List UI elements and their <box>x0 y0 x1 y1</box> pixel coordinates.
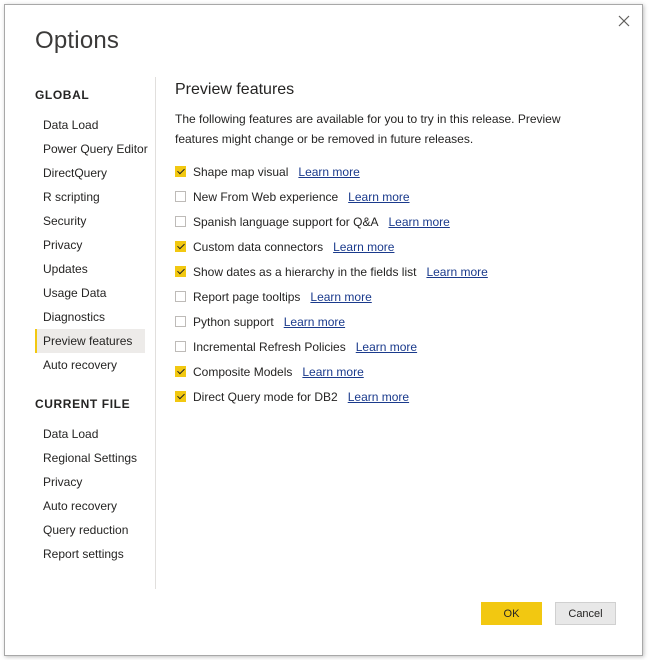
close-icon <box>618 15 630 27</box>
sidebar-item-diagnostics[interactable]: Diagnostics <box>35 305 145 329</box>
sidebar-item-preview-features[interactable]: Preview features <box>35 329 145 353</box>
global-section-header: GLOBAL <box>35 88 90 102</box>
sidebar-file-item-data-load[interactable]: Data Load <box>35 422 145 446</box>
close-button[interactable] <box>614 11 634 31</box>
feature-checkbox-direct-query-mode-for-db2[interactable] <box>175 391 186 402</box>
learn-more-link[interactable]: Learn more <box>284 315 345 329</box>
learn-more-link[interactable]: Learn more <box>298 165 359 179</box>
feature-checkbox-spanish-language-support-for-q-a[interactable] <box>175 216 186 227</box>
dialog-title: Options <box>35 27 120 54</box>
feature-row-python-support: Python support Learn more <box>175 309 615 334</box>
learn-more-link[interactable]: Learn more <box>302 365 363 379</box>
feature-row-report-page-tooltips: Report page tooltips Learn more <box>175 284 615 309</box>
feature-row-custom-data-connectors: Custom data connectors Learn more <box>175 234 615 259</box>
feature-label: Direct Query mode for DB2 <box>193 389 338 404</box>
feature-label: Composite Models <box>193 364 293 379</box>
learn-more-link[interactable]: Learn more <box>356 340 417 354</box>
sidebar-item-security[interactable]: Security <box>35 209 145 233</box>
global-nav-list: Data Load Power Query Editor DirectQuery R … <box>35 113 148 377</box>
feature-row-direct-query-mode-for-db2: Direct Query mode for DB2 Learn more <box>175 384 615 409</box>
feature-label: Custom data connectors <box>193 239 324 254</box>
sidebar-item-privacy[interactable]: Privacy <box>35 233 145 257</box>
feature-checkbox-new-from-web-experience[interactable] <box>175 191 186 202</box>
learn-more-link[interactable]: Learn more <box>333 240 394 254</box>
preview-features-panel: Preview features The following features … <box>175 81 615 409</box>
feature-checkbox-incremental-refresh-policies[interactable] <box>175 341 186 352</box>
feature-checkbox-composite-models[interactable] <box>175 366 186 377</box>
sidebar-file-item-regional-settings[interactable]: Regional Settings <box>35 446 145 470</box>
feature-row-shape-map-visual: Shape map visual Learn more <box>175 159 615 184</box>
sidebar-file-item-auto-recovery[interactable]: Auto recovery <box>35 494 145 518</box>
sidebar-item-usage-data[interactable]: Usage Data <box>35 281 145 305</box>
sidebar-file-item-report-settings[interactable]: Report settings <box>35 542 145 566</box>
feature-row-spanish-language-support-for-q-a: Spanish language support for Q&A Learn mo… <box>175 209 615 234</box>
current-file-nav-list: Data Load Regional Settings Privacy Auto re… <box>35 422 145 566</box>
feature-row-composite-models: Composite Models Learn more <box>175 359 615 384</box>
sidebar-item-directquery[interactable]: DirectQuery <box>35 161 145 185</box>
learn-more-link[interactable]: Learn more <box>310 290 371 304</box>
feature-row-new-from-web-experience: New From Web experience Learn more <box>175 184 615 209</box>
feature-checkbox-report-page-tooltips[interactable] <box>175 291 186 302</box>
sidebar-file-item-privacy[interactable]: Privacy <box>35 470 145 494</box>
learn-more-link[interactable]: Learn more <box>348 390 409 404</box>
sidebar-item-r-scripting[interactable]: R scripting <box>35 185 145 209</box>
feature-label: Python support <box>193 314 274 329</box>
learn-more-link[interactable]: Learn more <box>348 190 409 204</box>
cancel-button[interactable]: Cancel <box>555 602 616 625</box>
current-file-section-header: CURRENT FILE <box>35 397 131 411</box>
feature-label: Show dates as a hierarchy in the fields … <box>193 264 417 279</box>
feature-label: Spanish language support for Q&A <box>193 214 379 229</box>
ok-button[interactable]: OK <box>481 602 542 625</box>
feature-checkbox-show-dates-as-a-hierarchy-in-the-fields-list[interactable] <box>175 266 186 277</box>
sidebar-item-data-load[interactable]: Data Load <box>35 113 145 137</box>
feature-label: Incremental Refresh Policies <box>193 339 346 354</box>
feature-checkbox-custom-data-connectors[interactable] <box>175 241 186 252</box>
description-text: The following features are available for… <box>175 112 561 146</box>
sidebar-file-item-query-reduction[interactable]: Query reduction <box>35 518 145 542</box>
feature-label: New From Web experience <box>193 189 339 204</box>
sidebar-item-auto-recovery[interactable]: Auto recovery <box>35 353 145 377</box>
feature-checkbox-shape-map-visual[interactable] <box>175 166 186 177</box>
feature-label: Report page tooltips <box>193 289 301 304</box>
feature-list: Shape map visual Learn more New From Web e… <box>175 159 615 409</box>
learn-more-link[interactable]: Learn more <box>388 215 449 229</box>
options-dialog: Options GLOBAL Data Load Power Query Edit… <box>4 4 643 656</box>
feature-label: Shape map visual <box>193 164 289 179</box>
sidebar-item-updates[interactable]: Updates <box>35 257 145 281</box>
feature-checkbox-python-support[interactable] <box>175 316 186 327</box>
options-sidebar: GLOBAL Data Load Power Query Editor Direct… <box>5 77 156 589</box>
feature-row-incremental-refresh-policies: Incremental Refresh Policies Learn more <box>175 334 615 359</box>
feature-row-show-dates-as-a-hierarchy-in-the-fields-list: Show dates as a hierarchy in the fields … <box>175 259 615 284</box>
sidebar-item-power-query-editor[interactable]: Power Query Editor <box>35 137 148 161</box>
page-title: Preview features <box>175 81 295 98</box>
learn-more-link[interactable]: Learn more <box>426 265 487 279</box>
